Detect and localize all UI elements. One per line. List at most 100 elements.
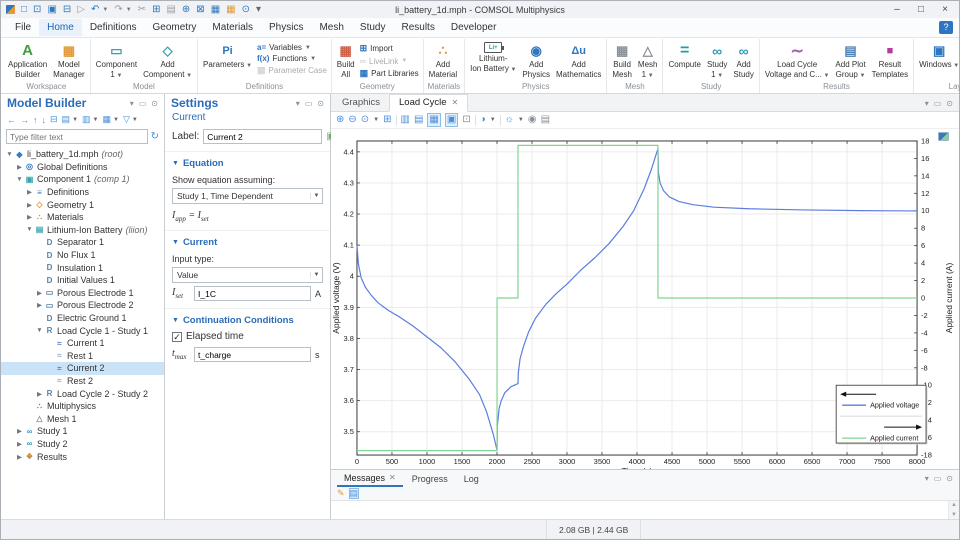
axis-x-icon[interactable]: ▤	[414, 114, 423, 126]
undo-icon[interactable]: ↶	[91, 5, 99, 15]
tree-node-rest-1[interactable]: ≈Rest 1	[1, 350, 164, 363]
tab-load-cycle[interactable]: Load Cycle✕	[389, 94, 468, 112]
duplicate-icon[interactable]: ⊕	[182, 5, 190, 15]
tree-collapsed-arrow[interactable]: ▶	[15, 163, 24, 171]
clear-messages-icon[interactable]: ✎	[337, 488, 345, 499]
close-icon[interactable]: ✕	[452, 98, 459, 107]
float-icon[interactable]: ▭	[934, 99, 942, 108]
minimize-button[interactable]: –	[885, 2, 909, 18]
print-icon[interactable]: ▤	[541, 114, 550, 126]
tree-collapsed-arrow[interactable]: ▶	[35, 301, 44, 309]
ribbon-tab-study[interactable]: Study	[352, 19, 394, 36]
tab-log[interactable]: Log	[457, 472, 486, 486]
ribbon-tab-home[interactable]: Home	[39, 19, 82, 36]
table-orange-icon[interactable]: ▦	[226, 5, 235, 15]
application-builder-button[interactable]: AApplicationBuilder	[5, 39, 50, 79]
chevron-down-icon[interactable]: ▾	[925, 474, 929, 483]
zoom-extents-icon[interactable]: ⊞	[383, 114, 391, 126]
tree-node-no-flux-1[interactable]: DNo Flux 1	[1, 249, 164, 262]
tree-node-current-2[interactable]: ≈Current 2	[1, 362, 164, 375]
plot-image-icon[interactable]	[938, 132, 949, 141]
tree-node-separator-1[interactable]: DSeparator 1	[1, 236, 164, 249]
tree-node-materials[interactable]: ▶∴Materials	[1, 211, 164, 224]
functions-button[interactable]: f(x)Functions▼	[257, 54, 327, 63]
add-material-button[interactable]: ∴AddMaterial	[426, 39, 460, 79]
float-icon[interactable]: ▭	[305, 99, 313, 108]
tree-node-study-2[interactable]: ▶∞Study 2	[1, 438, 164, 451]
chevron-down-icon[interactable]: ▼	[102, 7, 108, 13]
tree-node-geometry-1[interactable]: ▶◇Geometry 1	[1, 198, 164, 211]
pin-icon[interactable]: ⊙	[946, 99, 953, 108]
new-icon[interactable]: □	[21, 5, 27, 15]
tree-node-definitions[interactable]: ▶≡Definitions	[1, 186, 164, 199]
tmax-input[interactable]	[194, 347, 311, 362]
chevron-down-icon[interactable]: ▾	[130, 99, 134, 108]
tab-messages[interactable]: Messages✕	[337, 471, 403, 487]
filter-input[interactable]	[6, 129, 148, 144]
continuation-section-header[interactable]: ▼ Continuation Conditions	[165, 308, 330, 330]
scene-color-icon[interactable]: ◑	[480, 114, 486, 126]
preferences-icon[interactable]: ☼	[505, 114, 514, 126]
ribbon-tab-definitions[interactable]: Definitions	[82, 19, 145, 36]
chevron-down-icon[interactable]: ▼	[490, 117, 496, 123]
table-blue-icon[interactable]: ▦	[211, 5, 220, 15]
add-plot-group-button[interactable]: ▤Add PlotGroup ▼	[832, 39, 868, 80]
tree-node-initial-values-1[interactable]: DInitial Values 1	[1, 274, 164, 287]
tree-node-electric-ground-1[interactable]: DElectric Ground 1	[1, 312, 164, 325]
close-icon[interactable]: ✕	[389, 473, 396, 482]
import-button[interactable]: ⊞Import	[360, 43, 419, 54]
snapshot-icon[interactable]: ◉	[528, 114, 537, 126]
tree-node-global-definitions[interactable]: ▶◎Global Definitions	[1, 161, 164, 174]
tree-node-porous-electrode-2[interactable]: ▶▭Porous Electrode 2	[1, 299, 164, 312]
run-icon[interactable]: ▷	[77, 5, 85, 15]
current-section-header[interactable]: ▼ Current	[165, 230, 330, 252]
variables-button[interactable]: a=Variables▼	[257, 43, 327, 52]
elapsed-time-checkbox[interactable]: ✓	[172, 332, 182, 342]
tree-collapsed-arrow[interactable]: ▶	[35, 390, 44, 398]
tree-collapsed-arrow[interactable]: ▶	[15, 440, 24, 448]
chevron-down-icon[interactable]: ▼	[113, 117, 119, 123]
part-libraries-button[interactable]: ▦Part Libraries	[360, 68, 419, 79]
tree-node-multiphysics[interactable]: ∴Multiphysics	[1, 400, 164, 413]
build-all-button[interactable]: ▦BuildAll	[334, 39, 358, 79]
ribbon-tab-geometry[interactable]: Geometry	[145, 19, 205, 36]
zoom-out-icon[interactable]: ⊖	[348, 114, 356, 126]
collapse-all-icon[interactable]: ⊟	[50, 114, 58, 125]
chevron-down-icon[interactable]: ▼	[518, 117, 524, 123]
chevron-down-icon[interactable]: ▼	[373, 117, 379, 123]
move-down-icon[interactable]: ↓	[42, 115, 47, 125]
maximize-button[interactable]: □	[909, 2, 933, 18]
plot-canvas[interactable]: 0500100015002000250030003500400045005000…	[331, 129, 959, 469]
tree-node-results[interactable]: ▶❖Results	[1, 450, 164, 463]
zoom-box-icon[interactable]: ⊙	[361, 114, 369, 126]
tree-node-current-1[interactable]: ≈Current 1	[1, 337, 164, 350]
ribbon-tab-file[interactable]: File	[7, 19, 39, 36]
move-up-icon[interactable]: ↑	[33, 115, 38, 125]
plot-settings-icon[interactable]: ▦	[427, 113, 440, 127]
scroll-up-icon[interactable]: ▲	[951, 502, 957, 508]
scroll-down-icon[interactable]: ▼	[951, 512, 957, 518]
tree-collapsed-arrow[interactable]: ▶	[15, 427, 24, 435]
mesh-1-button[interactable]: △Mesh1 ▼	[635, 39, 661, 80]
parameters-button[interactable]: PiParameters ▼	[200, 39, 255, 70]
ribbon-tab-materials[interactable]: Materials	[204, 19, 261, 36]
windows-button[interactable]: ▣Windows ▼	[916, 39, 960, 70]
chevron-down-icon[interactable]: ▼	[126, 7, 132, 13]
tab-progress[interactable]: Progress	[405, 472, 455, 486]
livelink-button[interactable]: ∞LiveLink▼	[360, 56, 419, 66]
tree-node-load-cycle-1-study-1[interactable]: ▼RLoad Cycle 1 - Study 1	[1, 324, 164, 337]
add-mathematics-button[interactable]: ΔuAddMathematics	[553, 39, 604, 79]
result-templates-button[interactable]: ■ResultTemplates	[869, 39, 911, 79]
save-as-icon[interactable]: ⊟	[63, 5, 71, 15]
chevron-down-icon[interactable]: ▼	[132, 117, 138, 123]
tree-expanded-arrow[interactable]: ▼	[15, 176, 24, 183]
zoom-in-icon[interactable]: ⊕	[336, 114, 344, 126]
component-1-button[interactable]: ▭Component1 ▼	[93, 39, 140, 80]
tree-node-porous-electrode-1[interactable]: ▶▭Porous Electrode 1	[1, 287, 164, 300]
axis-y-icon[interactable]: ▥	[401, 114, 410, 126]
open-icon[interactable]: ⊡	[33, 5, 41, 15]
equation-assuming-dropdown[interactable]: Study 1, Time Dependent ▼	[172, 188, 323, 204]
copy-messages-icon[interactable]: ▤	[349, 488, 360, 499]
parameter-case-button[interactable]: ▦Parameter Case	[257, 65, 327, 76]
more-icon[interactable]: ▾	[256, 5, 261, 15]
